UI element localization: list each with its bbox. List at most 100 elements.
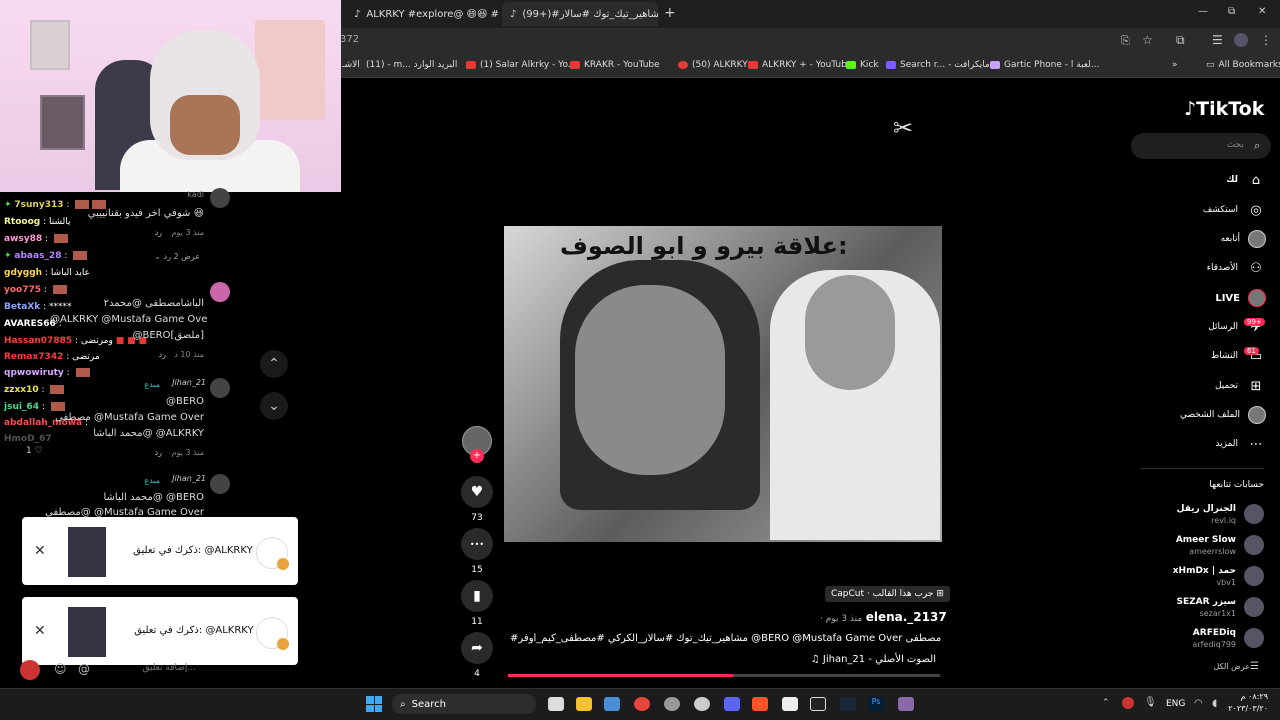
nav-friends[interactable]: الأصدقاء ⚇: [1140, 257, 1266, 279]
browser-tab[interactable]: ♪ ALKRKY #explore@ 😄😆 #اک ✕: [346, 2, 498, 26]
new-tab-button[interactable]: +: [664, 5, 676, 21]
creator-badge: مبدع: [144, 380, 160, 389]
capcut-app-icon[interactable]: [782, 697, 798, 711]
nav-following[interactable]: أتابعه: [1140, 228, 1266, 250]
nav-explore[interactable]: استكشف ◎: [1140, 199, 1266, 221]
like-button[interactable]: ♥ 73: [460, 476, 494, 523]
install-app-icon[interactable]: ⎘: [1121, 34, 1130, 48]
nav-for-you[interactable]: لك ⌂: [1140, 169, 1266, 191]
close-notification-button[interactable]: ✕: [34, 543, 46, 559]
capcut-watermark-icon: ✂: [893, 114, 914, 142]
store-icon[interactable]: [604, 697, 620, 711]
volume-icon[interactable]: ◖: [1212, 698, 1217, 709]
clock-date[interactable]: ٢٠٢٣/٠٣/٢٠: [1222, 704, 1268, 713]
taskbar-search[interactable]: ⌕ Search: [392, 694, 536, 714]
clock-time[interactable]: ٠٨:٢٩ م: [1228, 692, 1268, 701]
followed-account[interactable]: SEZAR سيزر sezar1x1: [1150, 595, 1264, 623]
view-replies-button[interactable]: ⌄ عرض 2 رد: [120, 252, 200, 261]
emoji-icon[interactable]: ☺: [54, 662, 67, 676]
previous-video-button[interactable]: ⌃: [260, 350, 288, 378]
terminal-icon[interactable]: [810, 697, 826, 711]
reply-button[interactable]: رد: [140, 448, 162, 457]
tiktok-logo[interactable]: ♪TikTok: [1184, 98, 1264, 120]
comment-like-count[interactable]: 1 ♡: [26, 446, 43, 456]
comment-username[interactable]: Jihan_21: [166, 378, 206, 387]
minimize-button[interactable]: —: [1198, 6, 1208, 17]
bookmark-button[interactable]: ▮ 11: [460, 580, 494, 627]
video-author[interactable]: · منذ 3 يوم elena._2137: [820, 610, 947, 624]
followed-account[interactable]: Ameer Slow ameerrslow: [1150, 533, 1264, 561]
windows-start-icon[interactable]: [366, 696, 382, 712]
nav-profile[interactable]: الملف الشخصي: [1140, 404, 1266, 426]
nav-label: الملف الشخصي: [1180, 410, 1240, 420]
steam-icon[interactable]: [840, 697, 856, 711]
url-field[interactable]: 372: [340, 34, 359, 45]
bookmark-star-icon[interactable]: ☆: [1142, 33, 1153, 47]
photoshop-icon[interactable]: Ps: [868, 697, 884, 711]
comment-username[interactable]: kadi: [140, 190, 204, 199]
app-icon[interactable]: [898, 697, 914, 711]
nav-upload[interactable]: تحميل ⊞: [1140, 375, 1266, 397]
comment-username[interactable]: Jihan_21: [166, 474, 206, 483]
close-window-button[interactable]: ✕: [1258, 6, 1266, 17]
profile-avatar-icon[interactable]: [1234, 33, 1248, 47]
follow-plus-icon[interactable]: +: [470, 449, 484, 463]
bookmark-item[interactable]: (1) Salar Alkrky - Yo...: [466, 60, 576, 70]
file-explorer-icon[interactable]: [576, 697, 592, 711]
add-comment-input[interactable]: إضافة تعليق...: [96, 663, 196, 673]
search-icon[interactable]: ⌕: [1254, 139, 1260, 153]
chat-username: abaas_28: [14, 251, 62, 261]
menu-icon[interactable]: ⋮: [1260, 33, 1272, 47]
see-all-link[interactable]: عرض الكل: [1190, 662, 1250, 671]
language-indicator[interactable]: ENG: [1166, 699, 1185, 709]
followed-account[interactable]: xHmDx | حمد vbv1: [1150, 564, 1264, 592]
chrome-icon[interactable]: [634, 697, 650, 711]
close-notification-button[interactable]: ✕: [34, 623, 46, 639]
tray-app-icon[interactable]: [1122, 697, 1134, 709]
commenter-avatar[interactable]: [210, 188, 230, 208]
bookmark-item[interactable]: Kick: [846, 60, 879, 70]
extensions-icon[interactable]: ⧉: [1176, 33, 1185, 48]
bookmark-item[interactable]: (11) - m... البريد الوارد: [366, 60, 457, 70]
commenter-avatar[interactable]: [210, 474, 230, 494]
nav-more[interactable]: المزيد ⋯: [1140, 433, 1266, 455]
mention-notification[interactable]: ✕ ذكرك في تعليق: @ALKRKY s: [22, 597, 298, 665]
followed-account[interactable]: الجنرال ريقل revl.iq: [1150, 502, 1264, 530]
maximize-button[interactable]: ⧉: [1228, 6, 1235, 17]
bookmark-icon: ▮: [461, 580, 493, 612]
commenter-avatar[interactable]: [210, 282, 230, 302]
tray-chevron-icon[interactable]: ⌃: [1102, 698, 1110, 708]
reply-button[interactable]: رد: [146, 350, 166, 359]
bookmark-item[interactable]: KRAKR - YouTube: [570, 60, 660, 70]
brave-icon[interactable]: [752, 697, 768, 711]
obs-icon[interactable]: [694, 697, 710, 711]
browser-tab-active[interactable]: ♪ (99+)#مشاهير_تيك_توك #سالار... ✕: [502, 2, 658, 26]
commenter-avatar[interactable]: [210, 378, 230, 398]
bookmarks-overflow-button[interactable]: »: [1172, 60, 1178, 70]
reply-button[interactable]: رد: [140, 228, 162, 237]
mention-icon[interactable]: @: [78, 662, 90, 676]
nav-label: تحميل: [1214, 381, 1238, 391]
bookmark-item[interactable]: (50) ALKRKY: [678, 60, 748, 70]
list-icon[interactable]: ☰: [1250, 661, 1259, 672]
bookmark-item[interactable]: Gartic Phone - لعبة ا...: [990, 60, 1099, 70]
mention-notification[interactable]: ✕ ذكرك في تعليق: @ALKRKY a: [22, 517, 298, 585]
bookmark-item[interactable]: Search r... - مايكرافت: [886, 60, 990, 70]
bookmark-item[interactable]: ALKRKY + - YouTube: [748, 60, 852, 70]
discord-icon[interactable]: [724, 697, 740, 711]
all-bookmarks-button[interactable]: ▭ All Bookmarks: [1206, 60, 1280, 70]
app-icon[interactable]: [664, 697, 680, 711]
nav-live[interactable]: LIVE: [1140, 287, 1266, 309]
wifi-icon[interactable]: ◠: [1194, 698, 1203, 709]
bookmark-item[interactable]: الاشـ: [342, 60, 360, 70]
share-button[interactable]: ➦ 4: [460, 632, 494, 679]
capcut-template-tag[interactable]: CapCut · جرب هذا القالب ⊞: [825, 586, 950, 602]
task-view-icon[interactable]: [548, 697, 564, 711]
video-sound[interactable]: ♫ Jihan_21 - الصوت الأصلي: [600, 654, 936, 665]
search-input[interactable]: بحث: [1140, 140, 1244, 150]
next-video-button[interactable]: ⌄: [260, 392, 288, 420]
reading-list-icon[interactable]: ☰: [1212, 33, 1223, 47]
followed-account[interactable]: ARFEDiq arfediq799: [1150, 626, 1264, 654]
microphone-icon[interactable]: 🎙: [1144, 697, 1157, 708]
comment-button[interactable]: ••• 15: [460, 528, 494, 575]
